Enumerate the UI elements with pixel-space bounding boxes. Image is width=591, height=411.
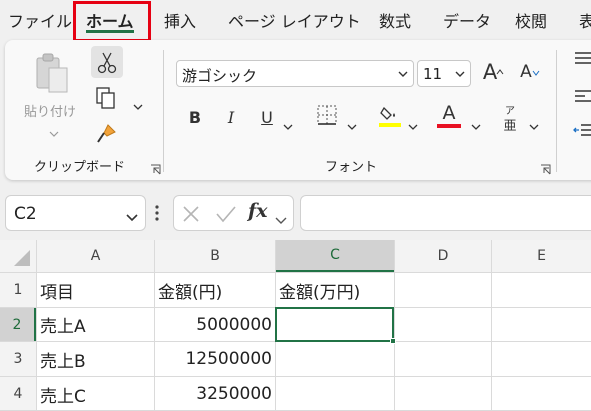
cell-a4[interactable]: 売上C xyxy=(37,377,154,411)
border-icon[interactable] xyxy=(316,104,338,130)
column-header-c[interactable]: C xyxy=(276,240,394,272)
fill-handle[interactable] xyxy=(390,338,396,344)
indent-icon[interactable] xyxy=(573,122,591,142)
column-header-a[interactable]: A xyxy=(37,240,154,272)
tab-data[interactable]: データ xyxy=(443,8,491,32)
paste-icon[interactable] xyxy=(33,52,73,100)
gridline xyxy=(491,240,492,411)
font-color-icon[interactable]: A xyxy=(439,102,459,124)
font-color-swatch xyxy=(437,124,461,128)
row-header-4[interactable]: 4 xyxy=(0,377,36,411)
paste-dropdown-icon[interactable] xyxy=(49,122,59,141)
ribbon-tab-bar: ファイル ホーム 挿入 ページ レイアウト 数式 データ 校閲 表 xyxy=(0,0,591,38)
row-header-1[interactable]: 1 xyxy=(0,273,36,307)
chevron-down-icon[interactable] xyxy=(454,66,466,85)
font-name-combobox[interactable]: 游ゴシック xyxy=(176,60,414,87)
cell-b4[interactable]: 3250000 xyxy=(155,377,275,411)
font-size-combobox[interactable]: 11 xyxy=(417,60,471,87)
formula-input[interactable] xyxy=(300,195,591,231)
border-dropdown-icon[interactable] xyxy=(347,115,357,134)
gridline xyxy=(394,240,395,411)
ribbon-panel: 貼り付け クリップボード 游ゴシック 11 A A B I U A ア 亜 フォ… xyxy=(5,40,591,180)
column-header-b[interactable]: B xyxy=(155,240,275,272)
cell-c1[interactable]: 金額(万円) xyxy=(276,273,394,307)
format-painter-icon[interactable] xyxy=(94,122,118,150)
active-tab-indicator xyxy=(86,30,134,33)
cell-b2[interactable]: 5000000 xyxy=(155,308,275,341)
underline-dropdown-icon[interactable] xyxy=(283,115,293,134)
font-color-dropdown-icon[interactable] xyxy=(471,115,481,134)
copy-icon[interactable] xyxy=(94,86,118,114)
name-box[interactable]: C2 xyxy=(5,195,146,231)
fill-color-dropdown-icon[interactable] xyxy=(408,115,418,134)
selected-cell-c2[interactable] xyxy=(275,307,394,342)
align-left-icon[interactable] xyxy=(573,88,591,108)
caret-up-icon xyxy=(496,60,504,79)
group-separator xyxy=(163,50,164,172)
tab-file[interactable]: ファイル xyxy=(8,8,72,32)
font-name-value: 游ゴシック xyxy=(182,67,258,85)
font-group-label: フォント xyxy=(325,160,378,175)
column-header-d[interactable]: D xyxy=(395,240,491,272)
font-size-value: 11 xyxy=(423,65,443,83)
tab-home[interactable]: ホーム xyxy=(86,8,134,32)
formula-buttons: fx xyxy=(173,195,294,231)
italic-button[interactable]: I xyxy=(221,108,241,127)
phonetic-guide-icon[interactable]: 亜 xyxy=(500,115,520,134)
cell-a2[interactable]: 売上A xyxy=(37,308,154,341)
copy-dropdown-icon[interactable] xyxy=(133,95,143,114)
clipboard-launcher-icon[interactable] xyxy=(150,160,161,175)
name-box-value: C2 xyxy=(14,204,37,224)
tab-review[interactable]: 校閲 xyxy=(515,8,547,32)
column-header-e[interactable]: E xyxy=(492,240,591,272)
cancel-icon[interactable] xyxy=(182,205,200,227)
tab-view[interactable]: 表 xyxy=(579,8,591,32)
tab-insert[interactable]: 挿入 xyxy=(164,8,196,32)
bold-button[interactable]: B xyxy=(185,108,205,127)
tab-formulas[interactable]: 数式 xyxy=(379,8,411,32)
cell-a1[interactable]: 項目 xyxy=(37,273,154,307)
chevron-down-icon[interactable] xyxy=(397,66,409,85)
insert-function-button[interactable]: fx xyxy=(248,200,268,222)
cell-a3[interactable]: 売上B xyxy=(37,342,154,376)
caret-down-icon xyxy=(532,61,540,80)
underline-button[interactable]: U xyxy=(257,108,277,127)
chevron-down-icon[interactable] xyxy=(125,208,139,227)
tab-page-layout[interactable]: ページ レイアウト xyxy=(228,8,361,32)
cut-icon[interactable] xyxy=(91,46,123,78)
enter-icon[interactable] xyxy=(215,205,237,227)
paste-label[interactable]: 貼り付け xyxy=(24,101,76,120)
fill-color-icon[interactable] xyxy=(378,102,402,132)
clipboard-group-label: クリップボード xyxy=(34,160,126,175)
row-header-3[interactable]: 3 xyxy=(0,342,36,376)
group-separator xyxy=(556,50,557,172)
select-all-corner[interactable] xyxy=(0,240,36,272)
cell-b1[interactable]: 金額(円) xyxy=(155,273,275,307)
row-header-2[interactable]: 2 xyxy=(0,308,36,341)
chevron-down-icon[interactable] xyxy=(275,210,287,229)
cell-b3[interactable]: 12500000 xyxy=(155,342,275,376)
more-options-icon[interactable] xyxy=(154,203,160,227)
font-launcher-icon[interactable] xyxy=(540,160,551,175)
phonetic-dropdown-icon[interactable] xyxy=(529,115,539,134)
align-top-icon[interactable] xyxy=(573,50,591,70)
